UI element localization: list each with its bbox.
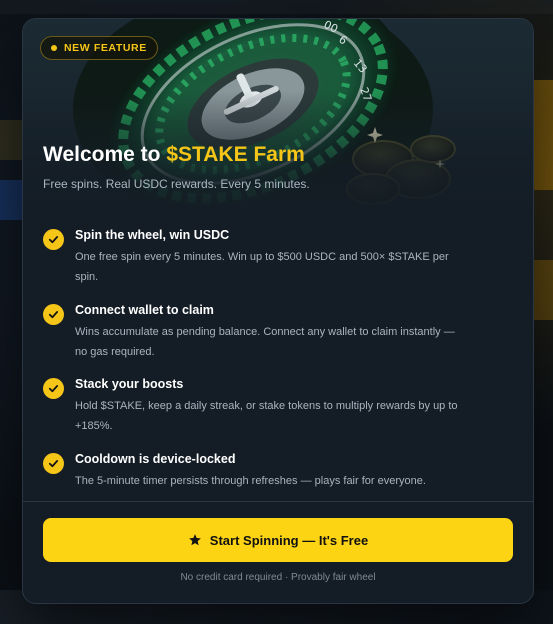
feature-item: Stack your boosts Hold $STAKE, keep a da… bbox=[43, 376, 513, 436]
backdrop-glow bbox=[0, 180, 22, 220]
feature-description-line: Wins accumulate as pending balance. Conn… bbox=[75, 326, 455, 338]
title-accent: $STAKE Farm bbox=[166, 143, 305, 166]
feature-item: Connect wallet to claim Wins accumulate … bbox=[43, 302, 513, 362]
feature-description: The 5-minute timer persists through refr… bbox=[75, 471, 513, 491]
check-icon bbox=[43, 378, 64, 399]
feature-title: Stack your boosts bbox=[75, 377, 184, 391]
feature-description-line: +185%. bbox=[75, 420, 113, 432]
start-spinning-label: Start Spinning — It's Free bbox=[209, 532, 369, 548]
star-icon bbox=[188, 533, 202, 547]
check-icon bbox=[43, 304, 64, 325]
divider bbox=[23, 501, 533, 502]
feature-item: Cooldown is device-locked The 5-minute t… bbox=[43, 451, 513, 491]
feature-title: Cooldown is device-locked bbox=[75, 452, 236, 466]
feature-description: One free spin every 5 minutes. Win up to… bbox=[75, 247, 513, 287]
backdrop-glow bbox=[0, 120, 22, 160]
backdrop-top bbox=[0, 0, 553, 14]
footnote: No credit card required · Provably fair … bbox=[180, 572, 376, 583]
check-icon bbox=[43, 453, 64, 474]
feature-description-line: Hold $STAKE, keep a daily streak, or sta… bbox=[75, 400, 458, 412]
feature-description-line: no gas required. bbox=[75, 346, 155, 358]
feature-title: Spin the wheel, win USDC bbox=[75, 228, 230, 242]
badge-label: NEW FEATURE bbox=[64, 42, 147, 54]
feature-title: Connect wallet to claim bbox=[75, 303, 214, 317]
welcome-modal: 6 13 27 00 NEW FEATURE Welcome to $STAKE… bbox=[22, 18, 534, 604]
feature-description-line: The 5-minute timer persists through refr… bbox=[75, 475, 426, 487]
feature-description-line: spin. bbox=[75, 271, 99, 283]
feature-description-line: One free spin every 5 minutes. Win up to… bbox=[75, 251, 449, 263]
status-dot-icon bbox=[51, 45, 57, 51]
modal-title: Welcome to $STAKE Farm bbox=[43, 143, 305, 167]
new-feature-badge: NEW FEATURE bbox=[40, 36, 158, 60]
feature-item: Spin the wheel, win USDC One free spin e… bbox=[43, 227, 513, 287]
check-icon bbox=[43, 229, 64, 250]
feature-description: Hold $STAKE, keep a daily streak, or sta… bbox=[75, 396, 513, 436]
backdrop-glow bbox=[531, 80, 553, 190]
title-prefix: Welcome to bbox=[43, 143, 167, 166]
backdrop-glow bbox=[531, 260, 553, 320]
modal-subtitle: Free spins. Real USDC rewards. Every 5 m… bbox=[43, 177, 310, 191]
start-spinning-button[interactable]: Start Spinning — It's Free bbox=[43, 518, 513, 562]
feature-description: Wins accumulate as pending balance. Conn… bbox=[75, 322, 513, 362]
